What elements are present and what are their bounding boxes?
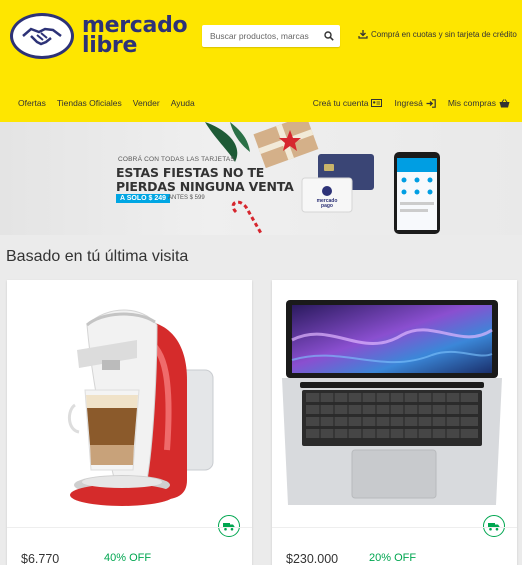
installments-promo-link[interactable]: Comprá en cuotas y sin tarjeta de crédit… [358,30,517,39]
user-nav: Creá tu cuenta Ingresá Mis compras [313,98,510,108]
search-icon [324,31,334,41]
search-input[interactable] [202,31,318,41]
product-price: $6.770 [21,552,60,565]
card-divider [272,527,517,528]
login-link[interactable]: Ingresá [394,98,436,108]
product-image-coffee-machine [68,309,214,506]
product-price: $230.000 [286,552,339,565]
header: mercado libre Comprá en cuotas y sin tar… [0,0,522,122]
main-nav: Ofertas Tiendas Oficiales Vender Ayuda [18,98,195,108]
banner-headline-line2: PIERDAS NINGUNA VENTA [116,179,294,194]
logo-text-line2: libre [82,33,138,58]
nav-vender[interactable]: Vender [133,98,160,108]
product-card[interactable]: $6.770 40% OFF [7,280,252,565]
banner-headline-line1: ESTAS FIESTAS NO TE [116,165,265,180]
login-label: Ingresá [394,98,423,108]
nav-ayuda[interactable]: Ayuda [171,98,195,108]
banner-headline: ESTAS FIESTAS NO TE PIERDAS NINGUNA VENT… [116,166,294,194]
card-reader-brand: mercado pago [316,198,338,209]
login-icon [426,98,436,108]
shopping-basket-icon [499,98,510,107]
promo-banner[interactable]: COBRÁ CON TODAS LAS TARJETAS ESTAS FIEST… [0,122,522,235]
create-account-link[interactable]: Creá tu cuenta [313,98,383,108]
price-badge: A SOLO $ 249 [116,194,171,203]
my-purchases-label: Mis compras [447,98,496,108]
search-button[interactable] [318,25,340,47]
promo-text: Comprá en cuotas y sin tarjeta de crédit… [371,30,517,39]
download-icon [358,30,368,39]
search-bar [202,25,340,47]
card-divider [7,527,252,528]
discount-label: 40% OFF [104,552,152,564]
previous-price: ANTES $ 599 [168,195,205,201]
product-image-laptop [282,300,502,505]
handshake-icon [10,13,74,59]
nav-tiendas-oficiales[interactable]: Tiendas Oficiales [57,98,122,108]
my-purchases-link[interactable]: Mis compras [448,98,510,108]
nav-ofertas[interactable]: Ofertas [18,98,46,108]
create-account-label: Creá tu cuenta [312,98,369,108]
section-title: Basado en tú última visita [6,248,189,265]
discount-label: 20% OFF [369,552,417,564]
banner-subtitle: COBRÁ CON TODAS LAS TARJETAS [118,156,235,163]
shipping-truck-icon [218,515,240,537]
shipping-truck-icon [483,515,505,537]
mercadolibre-logo[interactable]: mercado libre [10,12,190,60]
id-card-icon [371,99,383,107]
product-card[interactable]: $230.000 20% OFF [272,280,517,565]
